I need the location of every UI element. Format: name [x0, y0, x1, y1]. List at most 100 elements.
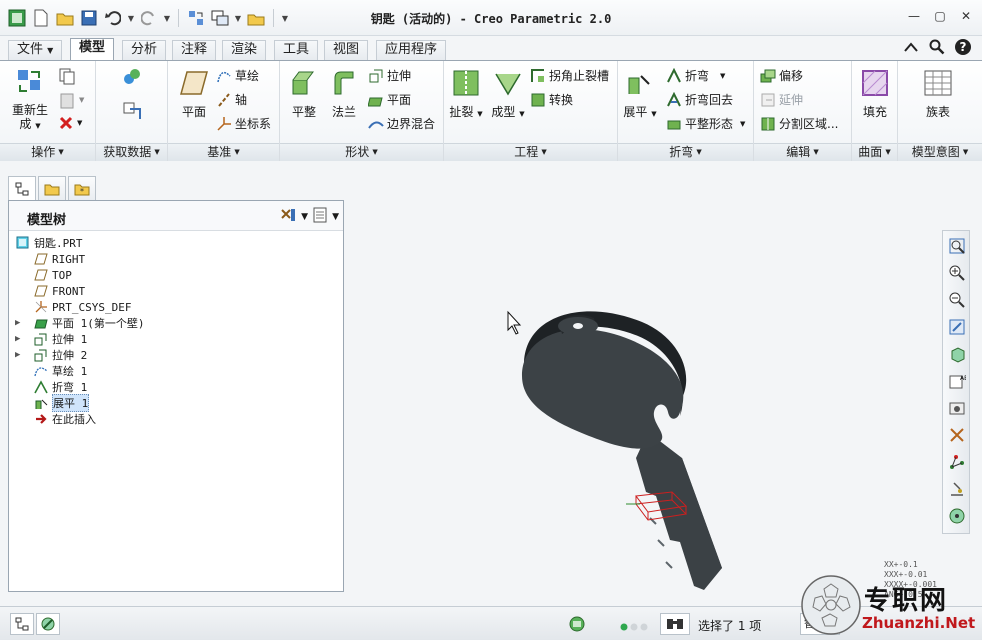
- repaint-icon[interactable]: [946, 316, 968, 338]
- tree-item[interactable]: 草绘 1: [13, 363, 341, 379]
- extrude-button[interactable]: 拉伸: [368, 67, 411, 84]
- tree-item[interactable]: ▶ 平面 1(第一个壁): [13, 315, 341, 331]
- svg-text:?: ?: [960, 40, 967, 54]
- maximize-icon[interactable]: ▢: [932, 8, 948, 24]
- split-area-button[interactable]: 分割区域...: [760, 115, 838, 132]
- zoom-out-icon[interactable]: [946, 289, 968, 311]
- datum-display-icon[interactable]: [946, 424, 968, 446]
- group-label-surfaces[interactable]: 曲面 ▼: [852, 143, 897, 161]
- tree-item[interactable]: 在此插入: [13, 411, 341, 427]
- find-icon[interactable]: [660, 613, 690, 635]
- model-tree-tab-icon[interactable]: [8, 176, 36, 200]
- regenerate-icon: [14, 65, 46, 97]
- folder-browser-tab-icon[interactable]: [38, 176, 66, 200]
- regen-status-icon[interactable]: [568, 615, 586, 636]
- datum-plane-button[interactable]: 平面: [172, 67, 216, 120]
- model-tree-panel: 模型树 ▼ ▼ 钥匙.PRT RIGHT TOP FRONT PRT_CSYS_DEF ▶…: [8, 200, 344, 592]
- group-label-operations[interactable]: 操作 ▼: [0, 143, 95, 161]
- corner-relief-button[interactable]: 拐角止裂槽: [530, 67, 609, 84]
- navigator-toggle-icon[interactable]: [10, 613, 34, 635]
- tab-applications[interactable]: 应用程序: [376, 40, 447, 60]
- tree-item[interactable]: 展平 1: [13, 394, 341, 412]
- tree-show-icon[interactable]: [312, 207, 328, 226]
- favorites-tab-icon[interactable]: *: [68, 176, 96, 200]
- minimize-icon[interactable]: —: [906, 8, 922, 24]
- bend-back-button[interactable]: 折弯回去: [666, 91, 733, 108]
- convert-button[interactable]: 转换: [530, 91, 573, 108]
- tree-item[interactable]: FRONT: [13, 283, 341, 299]
- graphics-window[interactable]: [350, 166, 936, 602]
- tab-annotate[interactable]: 注释: [172, 40, 217, 60]
- group-label-model-intent[interactable]: 模型意图 ▼: [898, 143, 982, 161]
- group-label-bends[interactable]: 折弯 ▼: [618, 143, 753, 161]
- tree-item[interactable]: PRT_CSYS_DEF: [13, 299, 341, 315]
- insert-here-icon: [33, 412, 49, 426]
- collapse-ribbon-icon[interactable]: [902, 38, 920, 56]
- rip-button[interactable]: 扯裂 ▼: [444, 67, 488, 120]
- bend-button[interactable]: 折弯 ▼: [666, 67, 725, 84]
- tree-settings-icon[interactable]: [279, 207, 297, 226]
- axis-button[interactable]: 轴: [216, 91, 247, 108]
- mouse-cursor-icon: [507, 310, 522, 335]
- regenerate-button[interactable]: 重新生 成 ▼: [8, 65, 52, 132]
- close-icon[interactable]: ✕: [958, 8, 974, 24]
- tab-tools[interactable]: 工具: [274, 40, 319, 60]
- group-label-shapes[interactable]: 形状 ▼: [280, 143, 443, 161]
- copy-icon[interactable]: [58, 67, 76, 85]
- csys-button[interactable]: 坐标系: [216, 115, 271, 132]
- tree-item[interactable]: 钥匙.PRT: [13, 235, 341, 251]
- csys-display-icon[interactable]: [946, 451, 968, 473]
- tree-item-label: 展平 1: [52, 394, 90, 412]
- tree-item[interactable]: 折弯 1: [13, 379, 341, 395]
- refit-icon[interactable]: [946, 235, 968, 257]
- group-label-editing[interactable]: 编辑 ▼: [754, 143, 851, 161]
- expand-arrow-icon[interactable]: ▶: [15, 318, 25, 328]
- expand-arrow-icon[interactable]: ▶: [15, 334, 25, 344]
- tab-analysis[interactable]: 分析: [122, 40, 167, 60]
- plane-button[interactable]: 平面: [368, 91, 411, 108]
- expand-arrow-icon[interactable]: ▶: [15, 350, 25, 360]
- view-manager-icon[interactable]: [946, 397, 968, 419]
- help-area: ?: [902, 38, 972, 56]
- tree-show-dropdown-icon[interactable]: ▼: [332, 212, 339, 222]
- flat-wall-button[interactable]: 平整: [282, 67, 326, 120]
- user-defined-feature-icon[interactable]: [122, 67, 142, 87]
- search-icon[interactable]: [928, 38, 946, 56]
- display-style-icon[interactable]: [946, 343, 968, 365]
- tree-item[interactable]: RIGHT: [13, 251, 341, 267]
- tree-item[interactable]: ▶ 拉伸 2: [13, 347, 341, 363]
- spin-center-icon[interactable]: [946, 505, 968, 527]
- flat-pattern-button[interactable]: 平整形态 ▼: [666, 115, 745, 132]
- tab-render[interactable]: 渲染: [222, 40, 267, 60]
- zoom-in-icon[interactable]: [946, 262, 968, 284]
- extend-button[interactable]: 延伸: [760, 91, 803, 108]
- tab-model[interactable]: 模型: [70, 38, 115, 60]
- offset-button[interactable]: 偏移: [760, 67, 803, 84]
- delete-icon[interactable]: ▼: [58, 115, 82, 131]
- saved-views-icon[interactable]: AB: [946, 370, 968, 392]
- tree-item-label: TOP: [52, 268, 72, 282]
- browser-toggle-icon[interactable]: [36, 613, 60, 635]
- family-table-button[interactable]: 族表: [916, 67, 960, 120]
- group-label-get-data[interactable]: 获取数据 ▼: [96, 143, 167, 161]
- annotation-display-icon[interactable]: [946, 478, 968, 500]
- flange-button[interactable]: 法兰: [322, 67, 366, 120]
- copy-geometry-icon[interactable]: [122, 101, 142, 121]
- tab-view[interactable]: 视图: [324, 40, 369, 60]
- sketch-button[interactable]: 草绘: [216, 67, 259, 84]
- group-label-datum[interactable]: 基准 ▼: [168, 143, 279, 161]
- boundary-blend-button[interactable]: 边界混合: [368, 115, 435, 132]
- watermark-url: Zhuanzhi.Net: [862, 614, 976, 632]
- tab-file[interactable]: 文件 ▼: [8, 40, 63, 60]
- form-button[interactable]: 成型 ▼: [486, 67, 530, 120]
- tree-settings-dropdown-icon[interactable]: ▼: [301, 212, 308, 222]
- tree-item[interactable]: TOP: [13, 267, 341, 283]
- group-bends: 展平 ▼ 折弯 ▼ 折弯回去 平整形态 ▼ 折弯 ▼: [618, 61, 754, 161]
- group-label-engineering[interactable]: 工程 ▼: [444, 143, 617, 161]
- tree-item[interactable]: ▶ 拉伸 1: [13, 331, 341, 347]
- paste-icon[interactable]: ▼: [58, 91, 84, 109]
- unbend-button[interactable]: 展平 ▼: [618, 67, 662, 120]
- help-icon[interactable]: ?: [954, 38, 972, 56]
- group-datum: 平面 草绘 轴 坐标系 基准 ▼: [168, 61, 280, 161]
- fill-button[interactable]: 填充: [853, 67, 897, 120]
